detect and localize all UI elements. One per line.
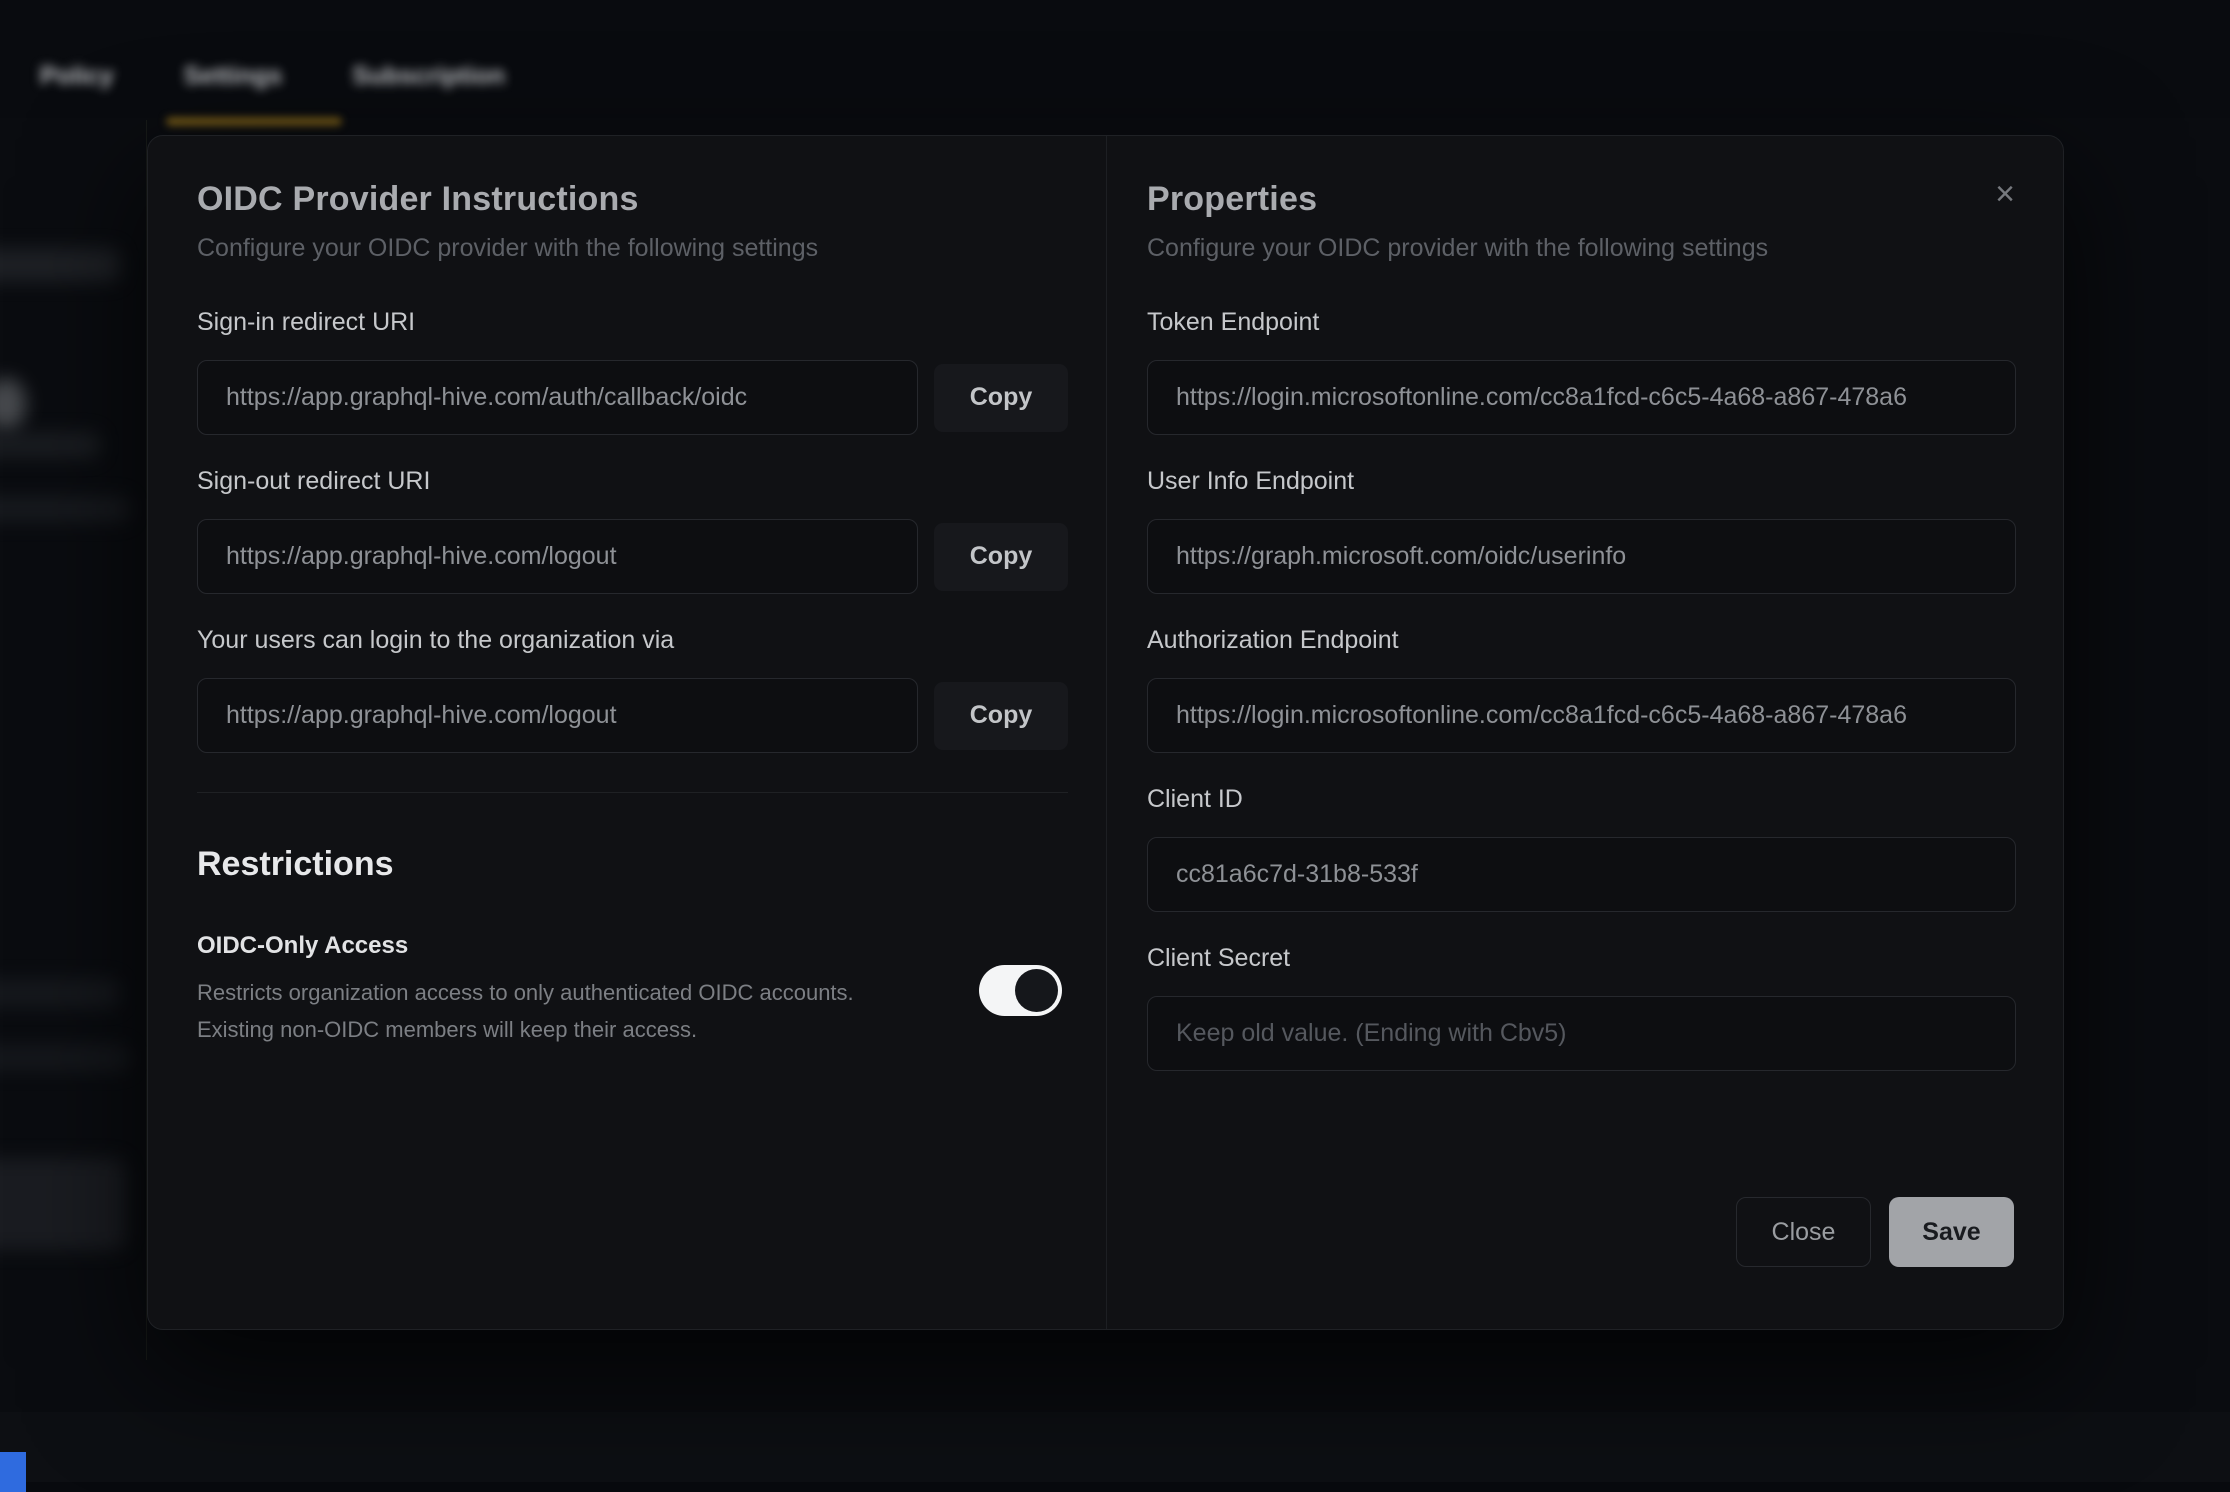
- client-secret-input[interactable]: [1147, 996, 2016, 1071]
- sign-out-redirect-input[interactable]: [197, 519, 918, 594]
- user-info-endpoint-row: [1147, 519, 2016, 594]
- blurred-background-text: [0, 978, 120, 1008]
- client-secret-label: Client Secret: [1147, 944, 2016, 973]
- properties-column: Properties Configure your OIDC provider …: [1147, 136, 2016, 1071]
- client-id-row: [1147, 837, 2016, 912]
- authorization-endpoint-row: [1147, 678, 2016, 753]
- instructions-column: OIDC Provider Instructions Configure you…: [197, 136, 1068, 1048]
- oidc-only-access-toggle[interactable]: [979, 965, 1062, 1016]
- instructions-subtitle: Configure your OIDC provider with the fo…: [197, 234, 1068, 263]
- tab-settings[interactable]: Settings: [184, 62, 283, 91]
- modal-actions: Close Save: [1736, 1197, 2014, 1267]
- user-info-endpoint-input[interactable]: [1147, 519, 2016, 594]
- blurred-background-text: [0, 248, 120, 282]
- blurred-background-text: [0, 1044, 130, 1072]
- properties-title: Properties: [1147, 180, 2016, 219]
- section-divider: [197, 792, 1068, 793]
- instructions-title: OIDC Provider Instructions: [197, 180, 1068, 219]
- bottom-left-blue-element: [0, 1452, 26, 1492]
- oidc-only-access-label: OIDC-Only Access: [197, 932, 854, 960]
- client-id-label: Client ID: [1147, 785, 2016, 814]
- tab-subscription[interactable]: Subscription: [352, 62, 505, 91]
- oidc-only-access-texts: OIDC-Only Access Restricts organization …: [197, 932, 854, 1048]
- tab-policy[interactable]: Policy: [40, 62, 114, 91]
- sign-out-redirect-row: Copy: [197, 519, 1068, 594]
- token-endpoint-input[interactable]: [1147, 360, 2016, 435]
- sign-in-redirect-label: Sign-in redirect URI: [197, 308, 1068, 337]
- authorization-endpoint-input[interactable]: [1147, 678, 2016, 753]
- oidc-only-access-row: OIDC-Only Access Restricts organization …: [197, 932, 1068, 1048]
- sign-out-redirect-label: Sign-out redirect URI: [197, 467, 1068, 496]
- description-line-2: Existing non-OIDC members will keep thei…: [197, 1017, 697, 1042]
- blurred-background-text: [0, 432, 100, 458]
- login-via-row: Copy: [197, 678, 1068, 753]
- blurred-background-button: [0, 1158, 126, 1250]
- description-line-1: Restricts organization access to only au…: [197, 980, 854, 1005]
- sign-in-redirect-row: Copy: [197, 360, 1068, 435]
- copy-sign-in-button[interactable]: Copy: [934, 364, 1068, 432]
- oidc-provider-modal: × OIDC Provider Instructions Configure y…: [147, 135, 2064, 1330]
- column-divider: [1106, 136, 1107, 1329]
- authorization-endpoint-label: Authorization Endpoint: [1147, 626, 2016, 655]
- properties-subtitle: Configure your OIDC provider with the fo…: [1147, 234, 2016, 263]
- close-button[interactable]: Close: [1736, 1197, 1871, 1267]
- copy-sign-out-button[interactable]: Copy: [934, 523, 1068, 591]
- oidc-only-access-description: Restricts organization access to only au…: [197, 974, 854, 1048]
- footer-band: [0, 1412, 2230, 1492]
- footer-band-dark: [0, 1482, 2230, 1492]
- login-via-input[interactable]: [197, 678, 918, 753]
- toggle-knob: [1015, 969, 1058, 1012]
- top-band: [0, 0, 2230, 118]
- tab-bar: Policy Settings Subscription: [40, 62, 505, 91]
- restrictions-title: Restrictions: [197, 845, 1068, 884]
- copy-login-via-button[interactable]: Copy: [934, 682, 1068, 750]
- token-endpoint-label: Token Endpoint: [1147, 308, 2016, 337]
- client-id-input[interactable]: [1147, 837, 2016, 912]
- blurred-background-avatar: [0, 378, 26, 430]
- client-secret-row: [1147, 996, 2016, 1071]
- blurred-background-text: [0, 496, 130, 522]
- active-tab-underline: [166, 117, 342, 126]
- user-info-endpoint-label: User Info Endpoint: [1147, 467, 2016, 496]
- sign-in-redirect-input[interactable]: [197, 360, 918, 435]
- save-button[interactable]: Save: [1889, 1197, 2014, 1267]
- login-via-label: Your users can login to the organization…: [197, 626, 1068, 655]
- token-endpoint-row: [1147, 360, 2016, 435]
